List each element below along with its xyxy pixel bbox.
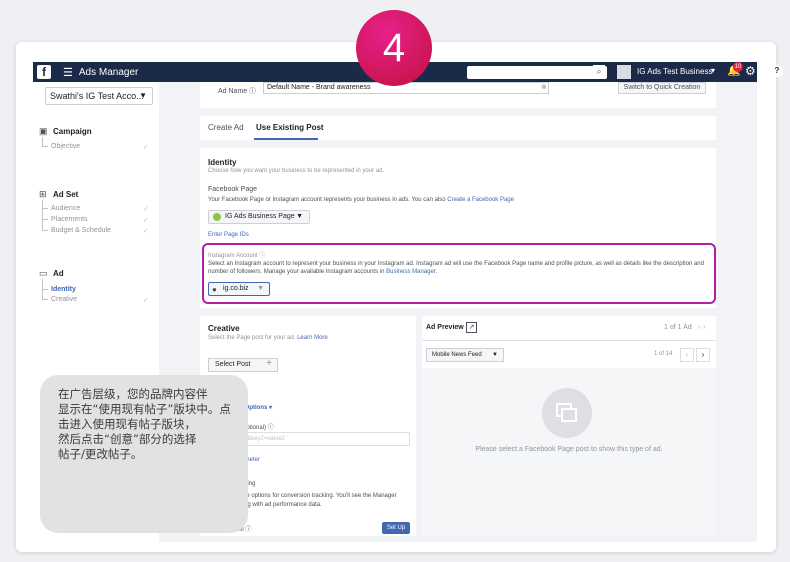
preview-area: Please select a Facebook Page post to sh… [422,368,716,536]
open-preview-icon[interactable]: ↗ [466,322,477,333]
ad-preview-title: Ad Preview [426,324,464,331]
chevron-down-icon: ▼ [296,213,303,220]
creative-title: Creative [208,324,240,333]
placement-count: 1 of 14 [654,351,673,357]
search-input[interactable] [467,66,607,79]
instagram-account-select[interactable]: ● ig.co.biz ▼ [208,282,270,296]
plus-icon: + [266,358,272,369]
switch-to-quick-creation-button[interactable]: Switch to Quick Creation [618,82,706,94]
ad-name-row: Ad Name ⓘ Default Name - Brand awareness… [200,82,716,108]
ad-count: 1 of 1 Ad [664,324,692,331]
facebook-page-description: Your Facebook Page or Instagram account … [208,197,514,203]
create-facebook-page-link[interactable]: Create a Facebook Page [447,197,514,203]
chevron-down-icon: ▼ [492,352,498,358]
facebook-page-select-value: IG Ads Business Page [225,213,295,220]
search-icon[interactable]: ⌕ [593,65,605,78]
instruction-text: 在广告层级，您的品牌内容伴 显示在“使用现有帖子”版块中。点 击进入使用现有帖子… [58,387,231,461]
app-title: Ads Manager [78,66,139,78]
info-icon: ⓘ [249,88,257,95]
sidebar-item-identity[interactable]: Identity [51,286,76,293]
placement-select-value: Mobile News Feed [432,352,482,358]
url-parameters-input[interactable]: ue1&key2=value2 [232,432,410,446]
ad-name-label: Ad Name ⓘ [218,88,257,95]
placement-select[interactable]: Mobile News Feed ▼ [426,348,504,362]
instagram-account-description: Select an Instagram account to represent… [208,261,704,275]
folder-icon: ▣ [39,126,48,136]
select-post-label: Select Post [215,361,251,368]
help-icon[interactable]: ? [771,65,783,77]
next-placement-button[interactable]: › [696,348,710,362]
step-number-badge: 4 [356,10,432,86]
sidebar-item-campaign[interactable]: Campaign [53,127,92,136]
tab-use-existing-post[interactable]: Use Existing Post [256,123,324,132]
creative-description: Select the Page post for your ad. Learn … [208,335,328,341]
instruction-callout: 在广告层级，您的品牌内容伴 显示在“使用现有帖子”版块中。点 击进入使用现有帖子… [40,375,248,533]
info-icon: ⓘ [259,253,266,259]
sidebar-item-ad[interactable]: Ad [53,269,64,278]
globe-icon: ● [212,285,217,294]
gear-icon[interactable]: ⚙ [745,64,756,78]
ad-navigation-arrows[interactable]: ‹ › [698,322,706,331]
hamburger-menu-icon[interactable]: ☰ [63,66,73,79]
enter-page-ids-link[interactable]: Enter Page IDs [208,232,249,238]
business-manager-link[interactable]: Business Manager. [386,269,437,275]
sidebar-item-budget-schedule[interactable]: Budget & Schedule [51,227,111,234]
tracking-description: more options for conversion tracking. Yo… [236,493,397,508]
instagram-account-label: Instagram Account ⓘ [208,253,266,259]
facebook-logo-icon[interactable]: f [37,65,51,79]
placeholder-image-icon [542,388,592,438]
info-icon: ⓘ [267,425,274,431]
sidebar-item-audience[interactable]: Audience [51,205,80,212]
check-icon: ✓ [143,217,149,224]
account-avatar[interactable] [617,65,631,79]
chevron-down-icon: ▼ [257,285,264,292]
sidebar-item-adset[interactable]: Ad Set [53,190,78,199]
identity-title: Identity [208,158,237,167]
learn-more-link[interactable]: Learn More [297,335,328,341]
instagram-account-select-value: ig.co.biz [223,285,249,292]
business-account-name[interactable]: IG Ads Test Business [637,67,712,76]
check-icon: ✓ [143,228,149,235]
preview-empty-message: Please select a Facebook Page post to sh… [475,446,663,453]
identity-description: Choose how you want your business to be … [208,168,385,174]
sidebar-item-placements[interactable]: Placements [51,216,88,223]
select-post-button[interactable]: Select Post + [208,358,278,372]
ad-account-select-label: Swathi's IG Test Acco... [50,91,144,101]
ad-tabs: Create Ad Use Existing Post [200,116,716,140]
page-avatar [213,213,221,221]
set-up-button[interactable]: Set Up [382,522,410,534]
chevron-down-icon[interactable]: ▾ [711,66,715,75]
check-icon: ✓ [143,206,149,213]
facebook-page-select[interactable]: IG Ads Business Page ▼ [208,210,310,224]
sidebar-item-objective[interactable]: Objective [51,143,80,150]
divider [422,340,716,341]
ad-account-select[interactable]: Swathi's IG Test Acco... ▼ [45,87,153,105]
info-icon: ⓘ [245,527,252,533]
check-icon: ✓ [143,297,149,304]
clear-icon[interactable]: ⊗ [541,83,547,91]
facebook-page-label: Facebook Page [208,186,258,193]
chevron-down-icon: ▼ [139,91,147,100]
notification-badge: 10 [733,62,743,72]
sidebar-item-creative[interactable]: Creative [51,296,77,303]
grid-icon: ⊞ [39,189,47,199]
ad-preview-panel: Ad Preview ↗ 1 of 1 Ad ‹ › Mobile News F… [422,316,716,536]
check-icon: ✓ [143,144,149,151]
active-tab-indicator [254,138,318,140]
previous-placement-button[interactable]: ‹ [680,348,694,362]
tab-create-ad[interactable]: Create Ad [208,123,244,132]
ad-icon: ▭ [39,268,48,278]
